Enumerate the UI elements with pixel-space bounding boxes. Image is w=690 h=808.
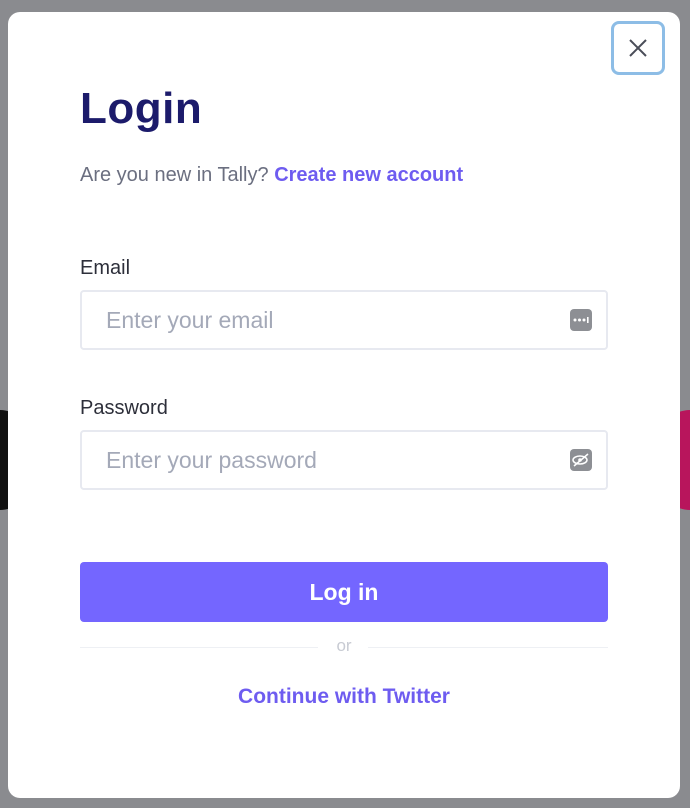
password-manager-icon[interactable] xyxy=(570,309,592,331)
create-account-link[interactable]: Create new account xyxy=(274,164,463,186)
divider-line-right xyxy=(368,647,608,648)
login-modal: Login Are you new in Tally? Create new a… xyxy=(8,12,680,798)
login-button[interactable]: Log in xyxy=(80,562,608,622)
signup-prompt-text: Are you new in Tally? xyxy=(80,164,269,186)
email-label: Email xyxy=(80,257,131,279)
twitter-login-link[interactable]: Continue with Twitter xyxy=(80,685,608,709)
page-title: Login xyxy=(80,84,203,133)
email-field-container xyxy=(80,290,608,350)
divider-line-left xyxy=(80,647,318,648)
password-field[interactable] xyxy=(82,432,606,488)
password-manager-eye-icon[interactable] xyxy=(570,449,592,471)
signup-prompt: Are you new in Tally? Create new account xyxy=(80,164,463,187)
close-icon xyxy=(629,39,647,57)
close-button[interactable] xyxy=(611,21,665,75)
email-field[interactable] xyxy=(82,292,606,348)
divider-text: or xyxy=(336,636,352,655)
password-label: Password xyxy=(80,397,168,419)
password-field-container xyxy=(80,430,608,490)
